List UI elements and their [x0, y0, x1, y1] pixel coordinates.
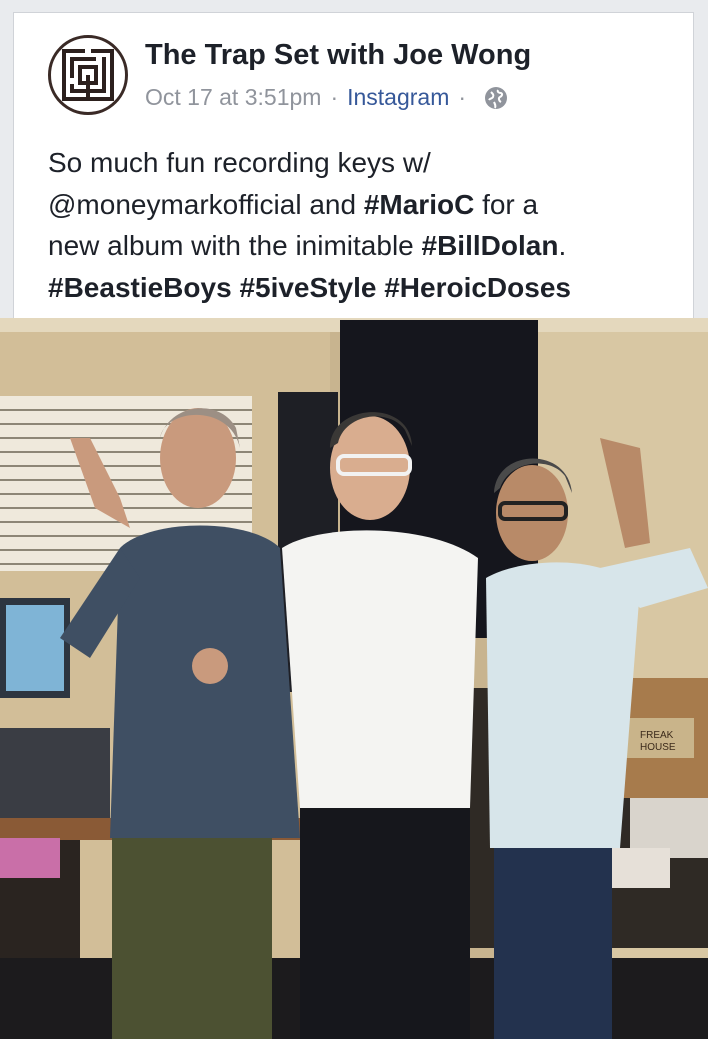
post-meta: Oct 17 at 3:51pm · Instagram ·	[145, 84, 508, 111]
meta-separator-2: ·	[458, 84, 467, 110]
hashtag-link[interactable]: #MarioC	[364, 189, 474, 220]
hashtag-link[interactable]: #BillDolan	[422, 230, 559, 261]
page-name[interactable]: The Trap Set with Joe Wong	[145, 39, 531, 72]
post-text-segment: @moneymarkofficial and	[48, 188, 364, 220]
hashtags-line: #BeastieBoys #5iveStyle #HeroicDoses	[48, 267, 668, 309]
post-text-segment: So much fun recording keys w/	[48, 147, 431, 178]
hashtag-link[interactable]: #BeastieBoys	[48, 272, 232, 303]
maze-logo-icon	[62, 49, 114, 101]
post-source-link[interactable]: Instagram	[347, 84, 449, 111]
page-avatar[interactable]	[48, 35, 128, 115]
post-text-segment: for a	[474, 188, 539, 220]
post-text-line: new album with the inimitable #BillDolan…	[48, 225, 668, 267]
post-text-line: So much fun recording keys w/	[48, 142, 668, 184]
meta-separator: ·	[330, 84, 339, 110]
post-photo[interactable]: FREAK HOUSE	[0, 318, 708, 1039]
freak-house-sign: FREAK	[640, 730, 674, 741]
post-text-segment: .	[558, 230, 567, 261]
post-text-segment: new album with the inimitable	[48, 230, 422, 261]
studio-photo-illustration: FREAK HOUSE	[0, 318, 708, 1039]
post-header: The Trap Set with Joe Wong Oct 17 at 3:5…	[14, 13, 693, 133]
post-message: So much fun recording keys w/ @moneymark…	[48, 142, 668, 308]
hashtag-link[interactable]: #5iveStyle	[239, 272, 376, 303]
globe-icon[interactable]	[484, 86, 508, 110]
hashtag-link[interactable]: #HeroicDoses	[384, 272, 571, 303]
post-timestamp[interactable]: Oct 17 at 3:51pm	[145, 84, 321, 111]
post-text-line: @moneymarkofficial and #MarioC for a	[48, 184, 668, 226]
freak-house-sign-2: HOUSE	[640, 742, 676, 753]
